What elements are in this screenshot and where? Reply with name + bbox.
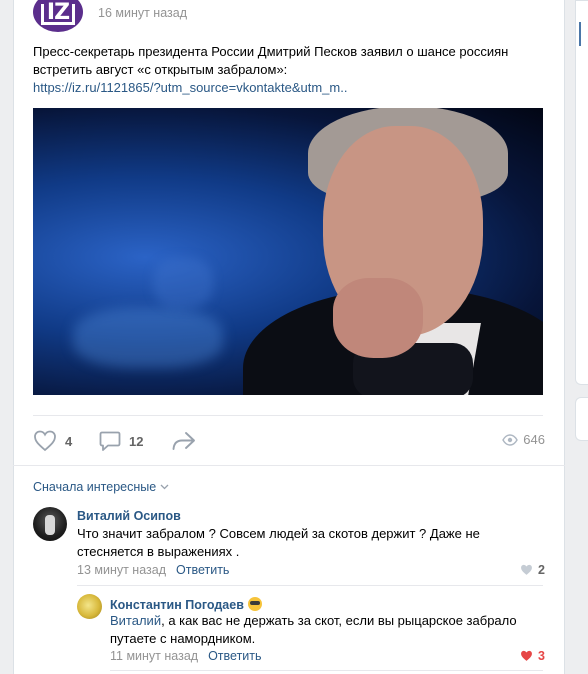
photo-hand	[333, 278, 423, 358]
comment-author-name: Константин Погодаев	[110, 598, 244, 612]
post-photo[interactable]	[33, 108, 543, 395]
reply-button[interactable]: Ответить	[208, 649, 261, 663]
post-link[interactable]: https://iz.ru/1121865/?utm_source=vkonta…	[33, 80, 347, 95]
photo-background-blur	[73, 308, 223, 368]
comment-meta: 11 минут назад Ответить	[110, 649, 262, 663]
heart-filled-icon	[521, 650, 532, 661]
views-count: 646	[523, 432, 545, 447]
actions-divider-top	[33, 415, 543, 416]
eye-icon	[502, 433, 519, 446]
views-counter: 646	[502, 432, 545, 447]
comment-icon	[99, 431, 121, 451]
comment-text: Что значит забралом ? Совсем людей за ск…	[77, 526, 480, 559]
community-logo: IZ	[33, 0, 83, 25]
share-icon	[172, 432, 195, 450]
comment-meta: 13 минут назад Ответить	[77, 563, 229, 577]
avatar-figure	[45, 515, 55, 535]
comments-sort-label: Сначала интересные	[33, 480, 157, 494]
comment-count: 12	[129, 433, 144, 449]
post-text: Пресс-секретарь президента России Дмитри…	[33, 44, 509, 77]
comment-like-count: 2	[538, 563, 545, 577]
comment-like-count: 3	[538, 649, 545, 663]
like-button[interactable]: 4	[33, 428, 72, 454]
comment-text: Виталий, а как вас не держать за скот, е…	[110, 612, 530, 648]
reply-button[interactable]: Ответить	[176, 563, 229, 577]
like-count: 4	[65, 433, 73, 449]
comment-divider	[77, 585, 543, 586]
sidebar-active-marker	[579, 22, 588, 46]
comment-author[interactable]: Константин Погодаев	[110, 597, 262, 612]
comment-like-button[interactable]: 2	[520, 563, 545, 577]
comment-time[interactable]: 11 минут назад	[110, 649, 198, 663]
heart-icon	[521, 564, 532, 575]
share-button[interactable]	[171, 428, 197, 454]
comment-divider	[110, 670, 543, 671]
comment-like-button[interactable]: 3	[520, 649, 545, 663]
right-sidebar-panel	[575, 0, 588, 385]
sunglasses-emoji-icon	[247, 597, 262, 611]
post-actions: 4 12 646	[33, 428, 545, 454]
comment-button[interactable]: 12	[99, 428, 143, 454]
right-sidebar-panel-secondary	[575, 397, 588, 441]
comments-sort-dropdown[interactable]: Сначала интересные	[33, 480, 169, 494]
chevron-down-icon	[160, 484, 169, 490]
commenter-avatar[interactable]	[77, 594, 102, 619]
post-time[interactable]: 16 минут назад	[98, 6, 187, 20]
reply-to-mention[interactable]: Виталий	[110, 613, 161, 628]
comment-time[interactable]: 13 минут назад	[77, 563, 166, 577]
comments-divider	[13, 465, 565, 466]
comment-author[interactable]: Виталий Осипов	[77, 509, 181, 523]
photo-background-blur	[153, 258, 213, 308]
commenter-avatar[interactable]	[33, 507, 67, 541]
heart-icon	[34, 430, 56, 452]
comment-body: , а как вас не держать за скот, если вы …	[110, 613, 517, 646]
